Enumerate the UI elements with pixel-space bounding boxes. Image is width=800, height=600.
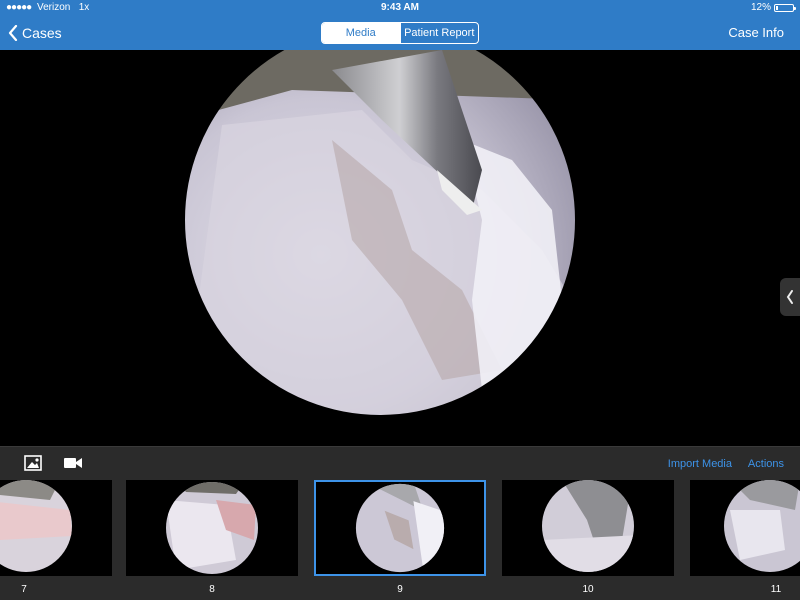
video-camera-icon[interactable]: [63, 455, 83, 476]
actions-button[interactable]: Actions: [748, 447, 784, 481]
status-time: 9:43 AM: [381, 2, 419, 13]
back-button[interactable]: Cases: [8, 22, 62, 44]
status-bar: ●●●●● Verizon 1x 9:43 AM 12%: [0, 0, 800, 16]
case-info-button[interactable]: Case Info: [728, 22, 784, 44]
thumbnail-number: 11: [770, 584, 782, 595]
thumbnail-strip[interactable]: 7 8 9 10 11: [0, 480, 800, 600]
image-icon[interactable]: [24, 455, 42, 476]
thumbnail-number: 9: [397, 584, 403, 595]
thumbnail-11[interactable]: [690, 480, 800, 576]
tab-patient-report[interactable]: Patient Report: [399, 23, 479, 43]
thumbnail-image: [317, 482, 483, 574]
chevron-left-icon: [8, 25, 18, 41]
thumbnail-10[interactable]: [502, 480, 674, 576]
thumbnail-image: [502, 480, 674, 576]
battery-info: 12%: [750, 0, 796, 16]
thumbnail-image: [0, 480, 112, 576]
top-bar: ●●●●● Verizon 1x 9:43 AM 12% Cases Media…: [0, 0, 800, 50]
battery-icon: [774, 4, 796, 12]
media-viewer[interactable]: [0, 50, 800, 445]
thumbnail-number: 10: [582, 584, 594, 595]
thumbnail-image: [690, 480, 800, 576]
side-panel-handle[interactable]: [780, 278, 800, 316]
thumbnail-9[interactable]: [314, 480, 486, 576]
view-segmented-control: Media Patient Report: [321, 22, 479, 44]
tab-media[interactable]: Media: [322, 23, 400, 43]
back-label: Cases: [22, 25, 62, 41]
media-toolbar: Import Media Actions: [0, 446, 800, 480]
import-media-button[interactable]: Import Media: [668, 447, 732, 481]
arthroscopy-image: [183, 50, 577, 417]
thumbnail-number: 7: [21, 584, 27, 595]
thumbnail-7[interactable]: [0, 480, 112, 576]
thumbnail-image: [126, 480, 298, 576]
chevron-left-icon: [786, 290, 793, 304]
thumbnail-8[interactable]: [126, 480, 298, 576]
battery-percent: 12%: [750, 2, 771, 13]
thumbnail-number: 8: [209, 584, 215, 595]
